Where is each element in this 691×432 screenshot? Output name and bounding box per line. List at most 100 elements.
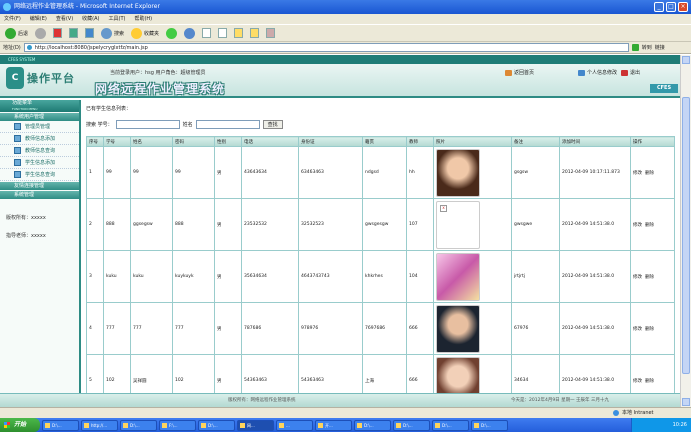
sidebar-item-teacher-query[interactable]: 教师信息查询 [0, 145, 79, 157]
edit-link[interactable]: 修改 [633, 223, 642, 228]
taskbar-item[interactable]: ... [276, 419, 313, 431]
menu-file[interactable]: 文件(F) [4, 14, 21, 24]
delete-link[interactable]: 删除 [645, 223, 654, 228]
scroll-up-icon[interactable] [682, 56, 690, 64]
footer-copyright: 版权所有：网络远程作业管理系统 [228, 398, 296, 403]
col-idcard: 身份证 [298, 136, 363, 147]
taskbar-item[interactable]: D:\... [120, 419, 157, 431]
research-button[interactable] [264, 26, 277, 40]
menu-view[interactable]: 查看(V) [56, 14, 73, 24]
taskbar-item[interactable]: F:\... [159, 419, 196, 431]
back-button[interactable]: 后退 [3, 26, 30, 40]
history-button[interactable] [182, 26, 197, 40]
sidebar-item-student-add[interactable]: 学生信息添加 [0, 157, 79, 169]
sidebar-group-users[interactable]: 系统用户管理 [0, 113, 79, 121]
menu-help[interactable]: 帮助(H) [134, 14, 152, 24]
col-time: 添加时间 [559, 136, 631, 147]
forward-button[interactable] [33, 26, 48, 40]
minimize-button[interactable]: _ [654, 2, 664, 12]
status-bar: 本地 Intranet [0, 407, 691, 418]
cell-time: 2012-04-09 14:51:38.0 [559, 198, 631, 251]
messenger-button[interactable] [248, 26, 261, 40]
sidebar-group-links[interactable]: 友情连接管理 [0, 182, 79, 190]
sidebar-item-teacher-add[interactable]: 教师信息添加 [0, 133, 79, 145]
taskbar-item[interactable]: 开... [315, 419, 352, 431]
print-button[interactable] [216, 26, 229, 40]
cell-note: gwsgwe [511, 198, 560, 251]
taskbar-item[interactable]: D:\... [432, 419, 469, 431]
taskbar-item[interactable]: http://... [81, 419, 118, 431]
search-icon [101, 27, 113, 39]
address-input[interactable]: http://localhost:8080/jspelycryglxtfz/ma… [23, 43, 629, 52]
delete-link[interactable]: 删除 [645, 379, 654, 384]
cell-phone: 787686 [241, 302, 299, 355]
delete-link[interactable]: 删除 [645, 327, 654, 332]
cell-password: 99 [172, 146, 215, 199]
home-link[interactable]: 返回首页 [505, 69, 534, 76]
logo-icon: C [6, 67, 24, 89]
delete-link[interactable]: 删除 [645, 171, 654, 176]
taskbar-item-active[interactable]: 网... [237, 419, 274, 431]
maximize-button[interactable]: □ [666, 2, 676, 12]
close-button[interactable]: × [678, 2, 688, 12]
cell-idcard: 63463463 [298, 146, 363, 199]
sidebar-group-system[interactable]: 系统管理 [0, 191, 79, 199]
cell-teacher: 107 [406, 198, 434, 251]
folder-button[interactable] [232, 26, 245, 40]
favorites-button[interactable]: 收藏夹 [129, 26, 161, 40]
cell-no: 4 [86, 302, 104, 355]
menu-edit[interactable]: 编辑(E) [30, 14, 47, 24]
taskbar-item[interactable]: D:\... [198, 419, 235, 431]
taskbar-item[interactable]: D:\... [393, 419, 430, 431]
search-button[interactable]: 搜索 [99, 26, 126, 40]
search-submit-button[interactable]: 查找 [262, 120, 283, 129]
taskbar-item[interactable]: D:\... [42, 419, 79, 431]
go-button[interactable]: 转到 [642, 44, 652, 51]
table-row: 3 kuku kuku kuykuyk 男 35634634 464374374… [86, 250, 675, 303]
cell-id: kuku [103, 250, 131, 303]
home-button[interactable] [83, 26, 96, 40]
edit-link[interactable]: 修改 [633, 327, 642, 332]
broken-image-icon [436, 200, 480, 249]
cell-password: 888 [172, 198, 215, 251]
home-icon [85, 28, 95, 38]
logout-link[interactable]: 退出 [621, 69, 640, 76]
folder-icon [234, 28, 244, 38]
media-button[interactable] [164, 26, 179, 40]
edit-link[interactable]: 修改 [633, 275, 642, 280]
start-button[interactable]: 开始 [0, 418, 40, 432]
refresh-button[interactable] [67, 26, 80, 40]
logout-icon [621, 69, 629, 76]
taskbar-item[interactable]: D:\... [471, 419, 508, 431]
sidebar-header: 功能菜单 FUNCTION MENU [0, 100, 79, 112]
sidebar-item-student-query[interactable]: 学生信息查询 [0, 169, 79, 181]
col-origin: 籍贯 [362, 136, 407, 147]
scroll-down-icon[interactable] [682, 398, 690, 406]
sidebar-item-admin[interactable]: 管理员管理 [0, 121, 79, 133]
edit-link[interactable]: 修改 [633, 171, 642, 176]
copyright-text: 版权所有：xxxxx [6, 215, 46, 221]
student-name-input[interactable] [195, 120, 260, 129]
page-footer: 版权所有：网络远程作业管理系统 今天是：2012年4月9日 星期一 壬辰年 三月… [0, 393, 680, 407]
refresh-icon [69, 28, 79, 38]
research-icon [266, 28, 276, 38]
vertical-scrollbar[interactable] [680, 55, 691, 407]
go-icon[interactable] [631, 44, 639, 51]
history-icon [184, 27, 196, 39]
links-button[interactable]: 链接 [655, 44, 665, 51]
profile-link[interactable]: 个人信息修改 [578, 69, 617, 76]
student-photo [436, 148, 480, 197]
footer-date: 今天是：2012年4月9日 星期一 壬辰年 三月十九 [511, 398, 609, 403]
taskbar-item[interactable]: D:\... [354, 419, 391, 431]
menu-favorites[interactable]: 收藏(A) [82, 14, 99, 24]
delete-link[interactable]: 删除 [645, 275, 654, 280]
edit-link[interactable]: 修改 [633, 379, 642, 384]
scroll-thumb[interactable] [682, 97, 690, 374]
cell-photo [433, 302, 512, 355]
student-id-input[interactable] [115, 120, 180, 129]
mail-button[interactable] [200, 26, 213, 40]
menu-tools[interactable]: 工具(T) [109, 14, 126, 24]
search-label: 搜索 [114, 30, 125, 37]
stop-button[interactable] [51, 26, 64, 40]
cell-time: 2012-04-09 10:17:11.873 [559, 146, 631, 199]
